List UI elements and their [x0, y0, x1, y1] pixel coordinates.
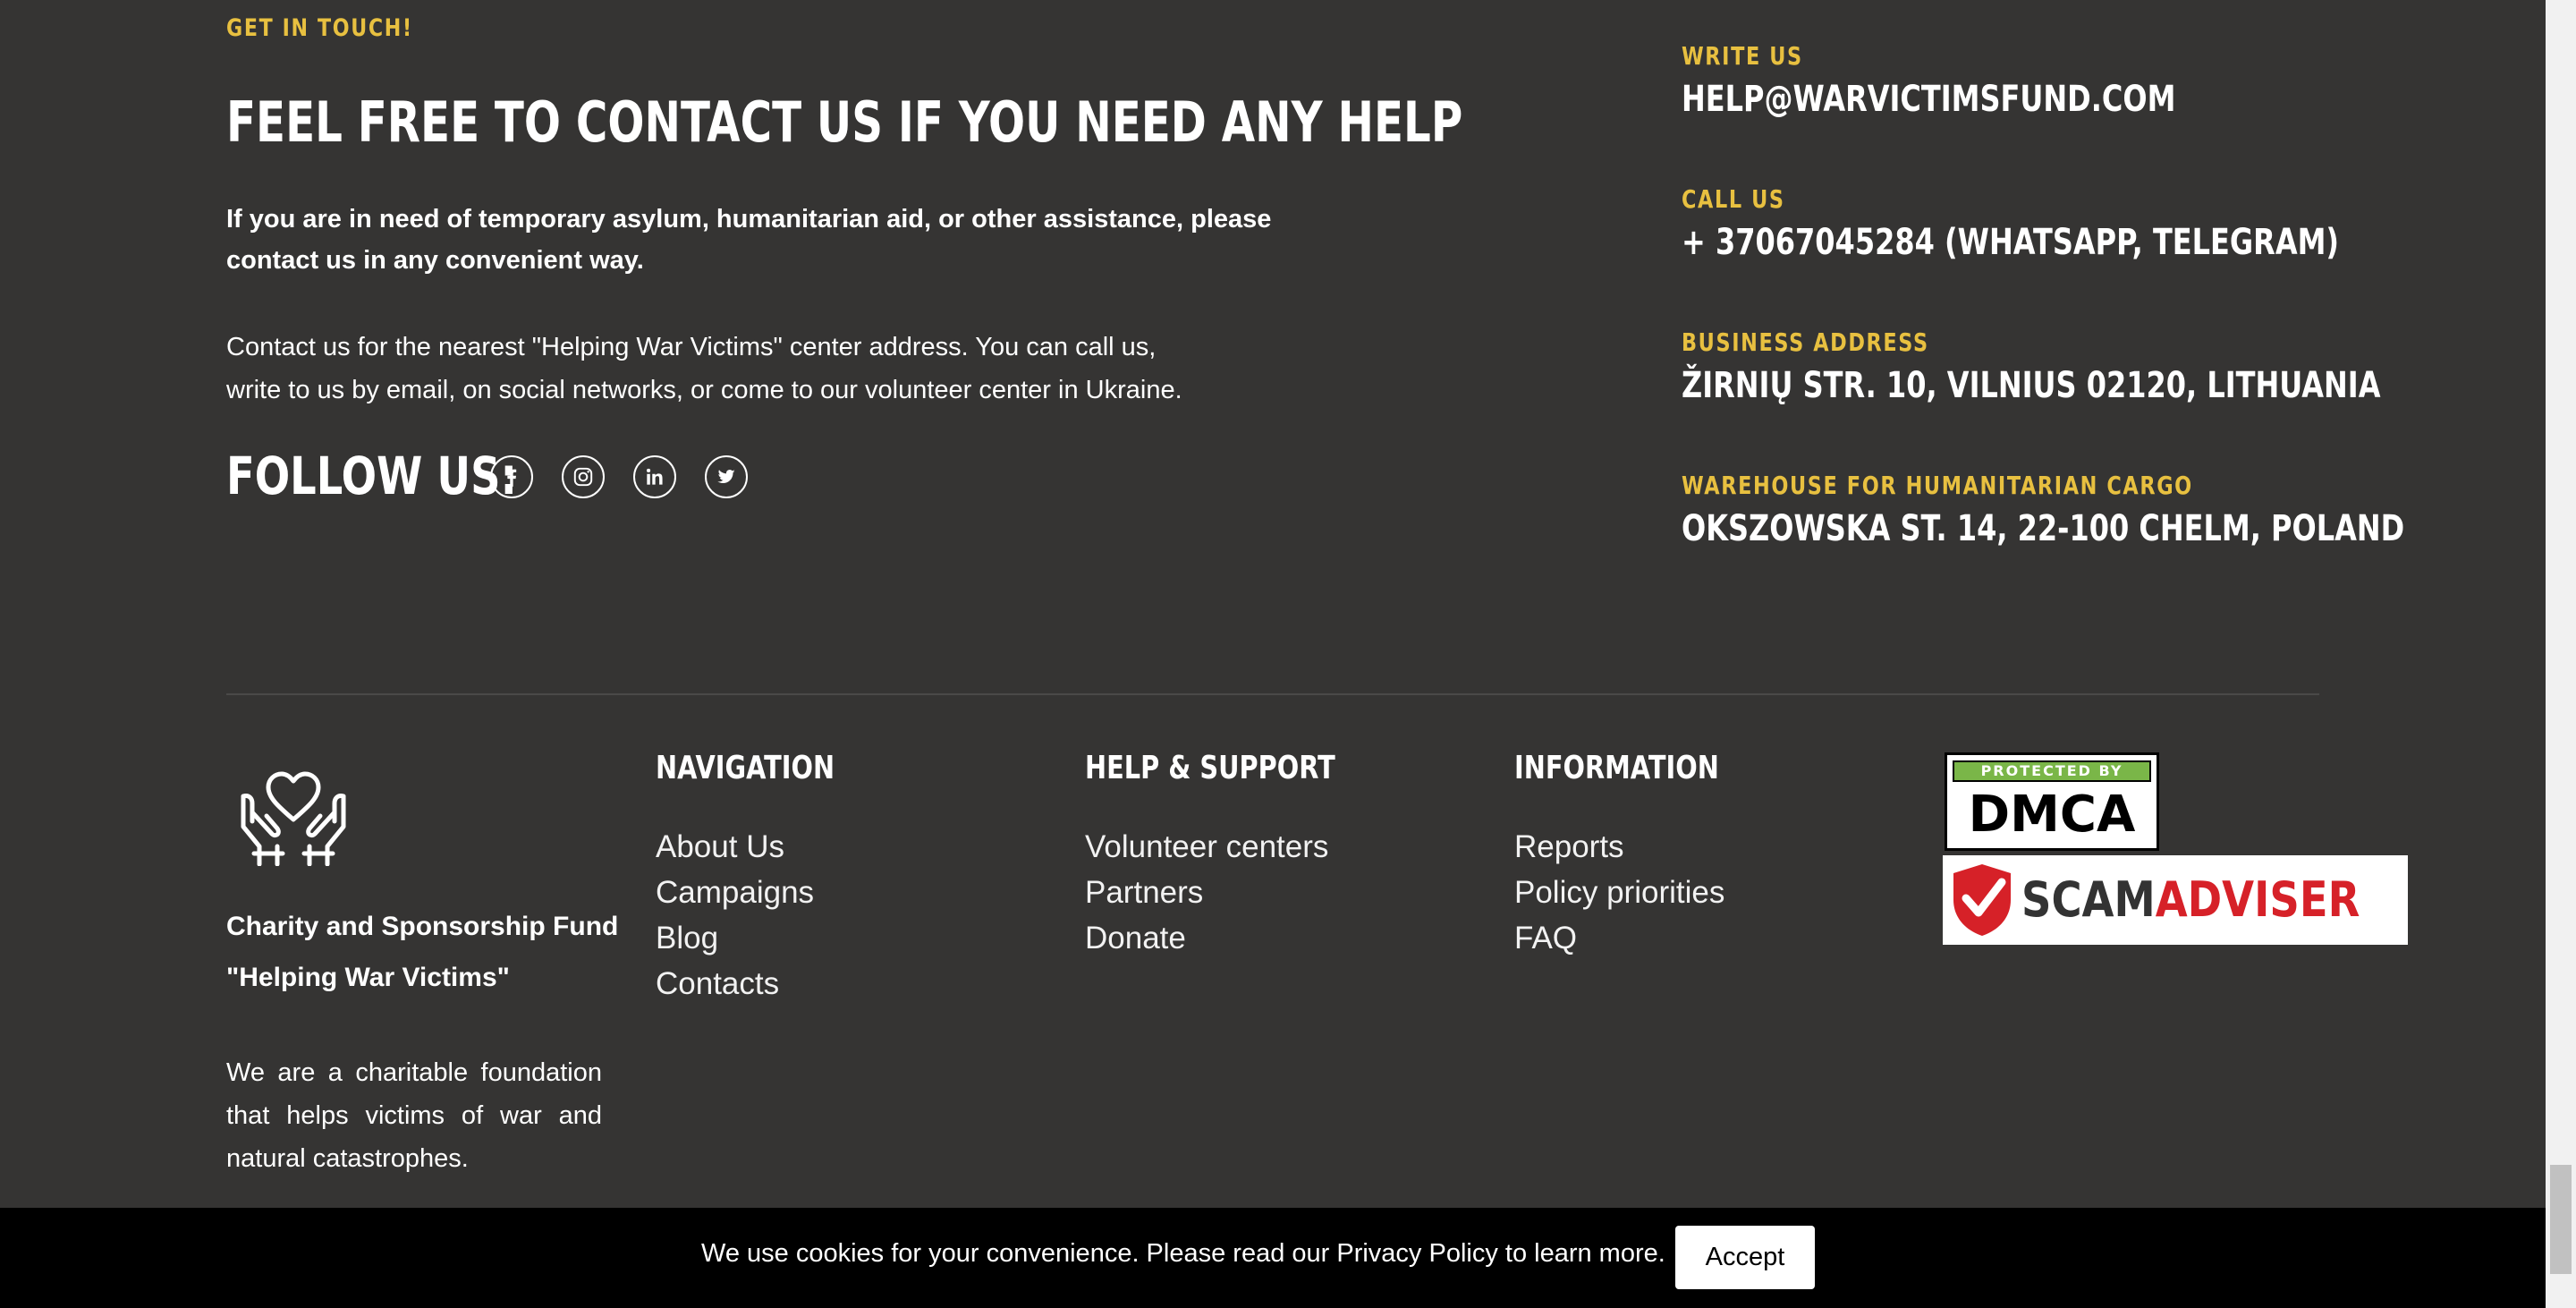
info-link-reports[interactable]: Reports [1514, 829, 1624, 865]
help-link-donate[interactable]: Donate [1085, 921, 1186, 956]
get-in-touch-kicker: GET IN TOUCH! [226, 14, 413, 42]
org-about-line-2: that helps victims of war and [226, 1101, 602, 1130]
org-about: We are a charitable foundation that help… [226, 1051, 602, 1180]
footer-divider [226, 693, 2319, 695]
page: GET IN TOUCH! FEEL FREE TO CONTACT US IF… [0, 0, 2546, 1308]
org-name-line-2: "Helping War Victims" [226, 963, 510, 992]
help-link-volunteer-centers[interactable]: Volunteer centers [1085, 829, 1328, 865]
contact-intro-line-2: contact us in any convenient way. [226, 246, 644, 275]
scamadviser-part-2: ADVISER [2155, 871, 2360, 928]
org-name-line-1: Charity and Sponsorship Fund [226, 912, 619, 941]
linkedin-icon[interactable] [633, 455, 676, 498]
information-heading: INFORMATION [1514, 750, 1719, 786]
contact-body-line-2: write to us by email, on social networks… [226, 376, 1182, 404]
warehouse-label: WAREHOUSE FOR HUMANITARIAN CARGO [1682, 471, 2193, 500]
scamadviser-wordmark: SCAMADVISER [2021, 873, 2360, 927]
scrollbar-thumb[interactable] [2550, 1165, 2572, 1274]
help-support-heading: HELP & SUPPORT [1085, 750, 1335, 786]
nav-link-campaigns[interactable]: Campaigns [656, 875, 814, 911]
phone-link[interactable]: + 37067045284 (WHATSAPP, TELEGRAM) [1682, 222, 2339, 263]
nav-link-contacts[interactable]: Contacts [656, 966, 779, 1002]
accept-cookies-button[interactable]: Accept [1675, 1226, 1815, 1289]
contact-body: Contact us for the nearest "Helping War … [226, 326, 1182, 412]
contact-intro-line-1: If you are in need of temporary asylum, … [226, 205, 1272, 234]
warehouse-value: OKSZOWSKA ST. 14, 22-100 CHELM, POLAND [1682, 508, 2405, 549]
nav-link-blog[interactable]: Blog [656, 921, 718, 956]
cookie-message: We use cookies for your convenience. Ple… [701, 1239, 1665, 1268]
nav-link-about-us[interactable]: About Us [656, 829, 784, 865]
contact-body-line-1: Contact us for the nearest "Helping War … [226, 333, 1157, 361]
org-about-line-1: We are a charitable foundation [226, 1058, 602, 1087]
hands-heart-logo-icon [234, 769, 352, 867]
org-about-line-3: natural catastrophes. [226, 1144, 469, 1173]
info-link-faq[interactable]: FAQ [1514, 921, 1577, 956]
email-link[interactable]: HELP@WARVICTIMSFUND.COM [1682, 79, 2175, 120]
facebook-icon[interactable] [490, 455, 533, 498]
write-us-label: WRITE US [1682, 41, 1803, 71]
shield-check-icon [1950, 862, 2014, 938]
help-link-partners[interactable]: Partners [1085, 875, 1203, 911]
instagram-icon[interactable] [562, 455, 605, 498]
dmca-badge-top: PROTECTED BY [1953, 760, 2151, 782]
org-name: Charity and Sponsorship Fund "Helping Wa… [226, 901, 618, 1003]
info-link-policy-priorities[interactable]: Policy priorities [1514, 875, 1724, 911]
contact-heading: FEEL FREE TO CONTACT US IF YOU NEED ANY … [226, 89, 1463, 155]
contact-intro: If you are in need of temporary asylum, … [226, 199, 1271, 281]
follow-us-label: FOLLOW US: [226, 446, 518, 506]
navigation-heading: NAVIGATION [656, 750, 835, 786]
call-us-label: CALL US [1682, 184, 1785, 214]
dmca-badge[interactable]: PROTECTED BY DMCA [1945, 752, 2159, 851]
business-address-label: BUSINESS ADDRESS [1682, 327, 1929, 357]
scamadviser-badge[interactable]: SCAMADVISER [1943, 855, 2408, 945]
business-address-value: ŽIRNIŲ STR. 10, VILNIUS 02120, LITHUANIA [1682, 365, 2381, 406]
scrollbar-track[interactable] [2546, 0, 2576, 1308]
scamadviser-part-1: SCAM [2021, 871, 2156, 928]
dmca-badge-main: DMCA [1968, 786, 2136, 844]
twitter-icon[interactable] [705, 455, 748, 498]
